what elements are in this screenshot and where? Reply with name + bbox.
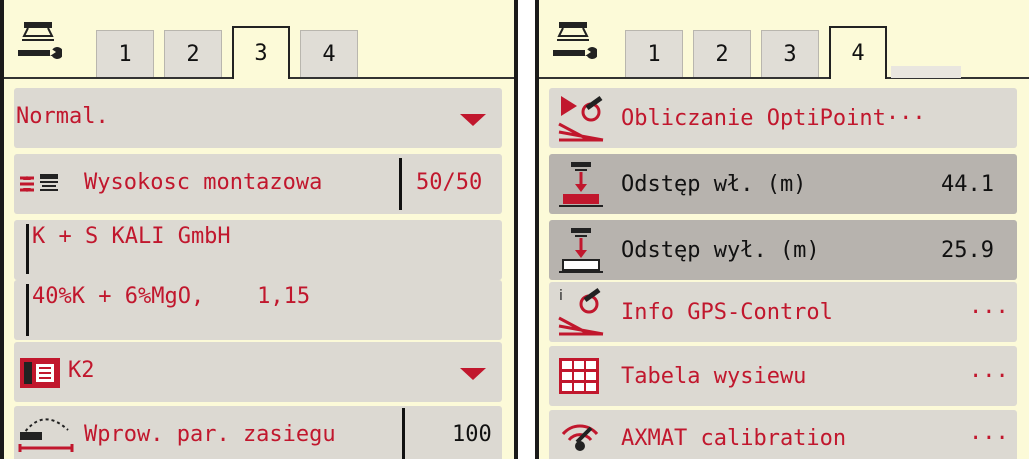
right-panel: 1 2 3 4 Obliczanie OptiPoint··· Odstęp w… <box>535 0 1029 459</box>
fertilizer-type-row[interactable]: 40%K + 6%MgO, 1,15 <box>14 280 502 340</box>
tab-1[interactable]: 1 <box>96 30 154 77</box>
distance-on-icon <box>559 162 603 207</box>
disc-select[interactable]: K2 <box>14 342 502 402</box>
distance-on-value: 44.1 <box>941 172 994 197</box>
throwing-range-label: Wprow. par. zasiegu <box>84 422 336 447</box>
spreader-wrench-icon[interactable] <box>549 12 597 70</box>
gps-info-icon: i <box>558 287 604 336</box>
gps-info-label: Info GPS-Control <box>621 300 833 325</box>
chevron-down-icon <box>460 368 486 380</box>
fertilizer-maker: K + S KALI GmbH <box>32 224 231 249</box>
throwing-range-icon <box>18 418 74 452</box>
mount-height-value: 50/50 <box>416 170 483 195</box>
tab-1[interactable]: 1 <box>625 30 683 77</box>
chevron-down-icon <box>460 114 486 126</box>
more-icon: ··· <box>969 426 1009 451</box>
axmat-label: AXMAT calibration <box>621 426 847 451</box>
svg-text:i: i <box>559 288 563 304</box>
distance-on-row[interactable]: Odstęp wł. (m) 44.1 <box>549 154 1017 214</box>
more-icon: ··· <box>969 300 1009 325</box>
mode-label: Normal. <box>16 104 109 129</box>
distance-off-row[interactable]: Odstęp wył. (m) 25.9 <box>549 220 1017 280</box>
spreading-disc-icon <box>20 358 60 388</box>
throwing-range-row[interactable]: Wprow. par. zasiegu 100 <box>14 406 502 459</box>
tab-4[interactable]: 4 <box>300 30 358 77</box>
optipoint-row[interactable]: Obliczanie OptiPoint··· <box>549 88 1017 148</box>
distance-off-icon <box>559 228 603 273</box>
tab-3[interactable]: 3 <box>232 26 290 79</box>
optipoint-label: Obliczanie OptiPoint··· <box>621 106 926 131</box>
axmat-icon <box>561 424 599 451</box>
axmat-row[interactable]: AXMAT calibration ··· <box>549 410 1017 459</box>
spread-table-row[interactable]: Tabela wysiewu ··· <box>549 346 1017 406</box>
spreader-wrench-icon[interactable] <box>14 12 62 70</box>
gps-info-row[interactable]: i Info GPS-Control ··· <box>549 282 1017 342</box>
optipoint-icon <box>558 95 604 142</box>
tab-2[interactable]: 2 <box>164 30 222 77</box>
fertilizer-maker-row[interactable]: K + S KALI GmbH <box>14 220 502 280</box>
tab-4[interactable]: 4 <box>829 26 887 79</box>
tab-2[interactable]: 2 <box>693 30 751 77</box>
mount-height-row[interactable]: Wysokosc montazowa 50/50 <box>14 154 502 214</box>
left-panel: 1 2 3 4 Normal. Wysokosc montazowa 50/50… <box>0 0 518 459</box>
more-icon: ··· <box>969 364 1009 389</box>
distance-off-value: 25.9 <box>941 238 994 263</box>
mode-select[interactable]: Normal. <box>14 88 502 148</box>
distance-on-label: Odstęp wł. (m) <box>621 172 807 197</box>
distance-off-label: Odstęp wył. (m) <box>621 238 820 263</box>
right-tabbar: 1 2 3 4 <box>539 0 1029 79</box>
mount-height-icon <box>20 174 58 192</box>
throwing-range-value: 100 <box>452 422 492 447</box>
left-tabbar: 1 2 3 4 <box>4 0 514 79</box>
spread-table-icon <box>559 358 599 394</box>
fertilizer-type: 40%K + 6%MgO, 1,15 <box>32 284 311 309</box>
mount-height-label: Wysokosc montazowa <box>84 170 323 195</box>
spread-table-label: Tabela wysiewu <box>621 364 807 389</box>
disc-label: K2 <box>68 358 95 383</box>
tab-3[interactable]: 3 <box>761 30 819 77</box>
